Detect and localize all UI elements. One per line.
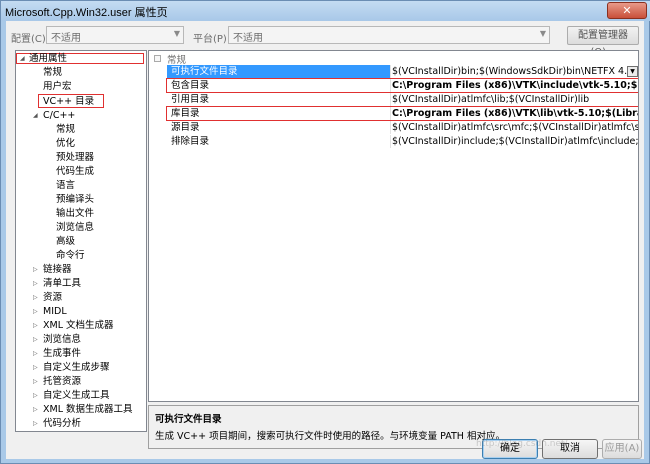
tree-item-user-macros[interactable]: 用户宏 [43,80,72,93]
highlight-box [166,78,638,93]
tree-item-cpp[interactable]: ◢ C/C++ [33,109,75,122]
cancel-button[interactable]: 取消 [542,439,598,459]
grid-row-name: 排除目录 [171,136,210,147]
collapsed-icon: ▷ [33,406,38,413]
platform-combo[interactable]: 不适用 ▼ [228,26,550,44]
collapse-icon[interactable] [154,55,161,62]
collapsed-icon: ▷ [33,420,38,427]
expanded-icon: ◢ [20,55,25,62]
tree-item-browse-info[interactable]: ▷ 浏览信息 [33,333,81,346]
tree-item-cpp-optimization[interactable]: 优化 [56,137,75,150]
collapsed-icon: ▷ [33,378,38,385]
collapsed-icon: ▷ [33,364,38,371]
tree-item-custom-build-step[interactable]: ▷ 自定义生成步骤 [33,361,110,374]
tree-item-cpp-cmdline[interactable]: 命令行 [56,249,85,262]
grid-row-exclude-dirs[interactable]: 排除目录 $(VCInstallDir)include;$(VCInstallD… [149,135,638,148]
grid-row-reference-dirs[interactable]: 引用目录 $(VCInstallDir)atlmfc\lib;$(VCInsta… [149,93,638,106]
tree-item-xml-doc[interactable]: ▷ XML 文档生成器 [33,319,114,332]
config-label: 配置(C): [11,34,50,45]
tree-item-build-events[interactable]: ▷ 生成事件 [33,347,81,360]
grid-row-value[interactable]: $(VCInstallDir)atlmfc\lib;$(VCInstallDir… [391,93,638,106]
tree-item-cpp-general[interactable]: 常规 [56,123,75,136]
description-title: 可执行文件目录 [155,414,222,425]
grid-row-name: 源目录 [171,122,200,133]
description-text: 生成 VC++ 项目期间，搜索可执行文件时使用的路径。与环境变量 PATH 相对… [155,431,505,442]
collapsed-icon: ▷ [33,322,38,329]
collapsed-icon: ▷ [33,392,38,399]
grid-row-source-dirs[interactable]: 源目录 $(VCInstallDir)atlmfc\src\mfc;$(VCIn… [149,121,638,134]
platform-value: 不适用 [233,33,263,44]
config-manager-button[interactable]: 配置管理器(O)... [567,26,639,58]
close-button[interactable]: ✕ [607,2,647,19]
expanded-icon: ◢ [33,112,38,119]
collapsed-icon: ▷ [33,266,38,273]
chevron-down-icon: ▼ [173,29,180,38]
tree-item-midl[interactable]: ▷ MIDL [33,305,67,318]
collapsed-icon: ▷ [33,294,38,301]
apply-button[interactable]: 应用(A) [602,439,642,459]
tree-item-code-analysis[interactable]: ▷ 代码分析 [33,417,81,430]
grid-row-value[interactable]: $(VCInstallDir)atlmfc\src\mfc;$(VCInstal… [391,121,638,134]
grid-row-name: 引用目录 [171,94,210,105]
title-bar: Microsoft.Cpp.Win32.user 属性页 ✕ [1,1,650,21]
property-tree[interactable]: ◢ 通用属性 常规 用户宏 VC++ 目录 ◢ C/C++ 常规 优化 预处理器… [15,50,147,432]
tree-item-cpp-language[interactable]: 语言 [56,179,75,192]
tree-item-cpp-preprocessor[interactable]: 预处理器 [56,151,94,164]
tree-item-cpp-output[interactable]: 输出文件 [56,207,94,220]
tree-item-general[interactable]: 常规 [43,66,62,79]
collapsed-icon: ▷ [33,280,38,287]
collapsed-icon: ▷ [33,350,38,357]
collapsed-icon: ▷ [33,336,38,343]
highlight-box [166,106,638,121]
tree-item-xml-data-gen[interactable]: ▷ XML 数据生成器工具 [33,403,133,416]
grid-row-value[interactable]: $(VCInstallDir)bin;$(WindowsSdkDir)bin\N… [391,65,638,78]
window-title: Microsoft.Cpp.Win32.user 属性页 [5,7,168,19]
dialog-window: Microsoft.Cpp.Win32.user 属性页 ✕ 配置(C): 不适… [0,0,650,464]
grid-category[interactable]: 常规 [149,52,638,66]
tree-item-vc-directories[interactable]: VC++ 目录 [43,95,94,108]
tree-item-manifest[interactable]: ▷ 清单工具 [33,277,81,290]
tree-item-cpp-browse[interactable]: 浏览信息 [56,221,94,234]
tree-root[interactable]: ◢ 通用属性 [20,52,67,65]
property-grid[interactable]: 常规 可执行文件目录 $(VCInstallDir)bin;$(WindowsS… [148,50,639,402]
chevron-down-icon: ▼ [539,29,546,38]
tree-item-cpp-advanced[interactable]: 高级 [56,235,75,248]
grid-row-exec-dirs[interactable]: 可执行文件目录 $(VCInstallDir)bin;$(WindowsSdkD… [149,65,638,78]
tree-item-managed-resources[interactable]: ▷ 托管资源 [33,375,81,388]
tree-item-custom-build-tool[interactable]: ▷ 自定义生成工具 [33,389,110,402]
tree-item-resources[interactable]: ▷ 资源 [33,291,62,304]
dropdown-arrow-icon[interactable]: ▼ [627,66,638,77]
tree-item-cpp-codegen[interactable]: 代码生成 [56,165,94,178]
dialog-client: 配置(C): 不适用 ▼ 平台(P): 不适用 ▼ 配置管理器(O)... ◢ … [6,21,644,459]
grid-row-name: 可执行文件目录 [167,65,390,78]
platform-label: 平台(P): [193,34,231,45]
config-value: 不适用 [51,33,81,44]
tree-item-cpp-pch[interactable]: 预编译头 [56,193,94,206]
tree-item-linker[interactable]: ▷ 链接器 [33,263,72,276]
ok-button[interactable]: 确定 [482,439,538,459]
config-row: 配置(C): 不适用 ▼ 平台(P): 不适用 ▼ 配置管理器(O)... [6,21,644,58]
collapsed-icon: ▷ [33,308,38,315]
config-combo[interactable]: 不适用 ▼ [46,26,184,44]
grid-row-value[interactable]: $(VCInstallDir)include;$(VCInstallDir)at… [391,135,638,148]
